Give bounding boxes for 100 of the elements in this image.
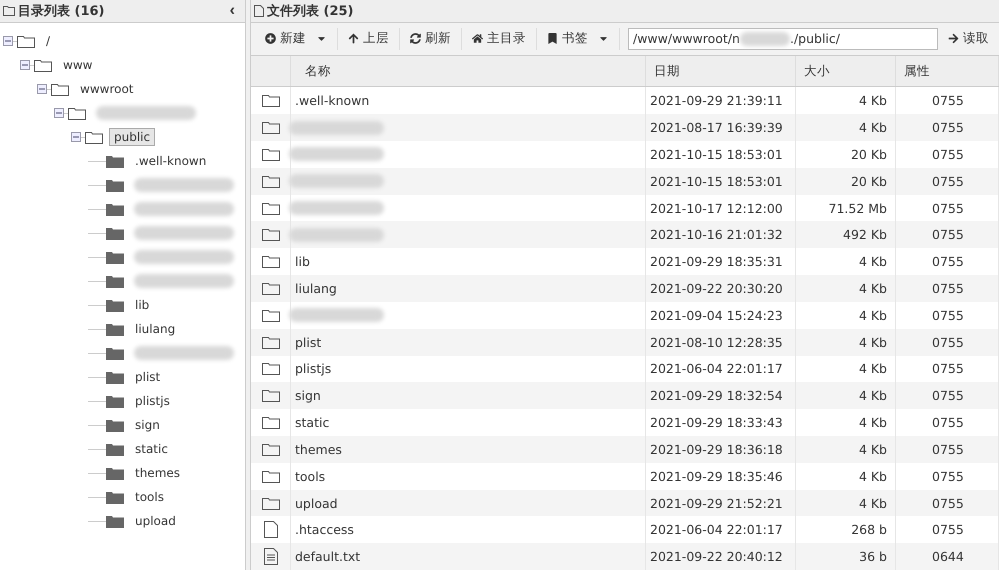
tree-item[interactable]: public bbox=[109, 128, 156, 146]
size-text: 4 Kb bbox=[858, 93, 887, 108]
date-text: 2021-08-10 12:28:35 bbox=[650, 334, 783, 350]
folder-icon bbox=[34, 58, 52, 72]
date-text: 2021-09-29 21:52:21 bbox=[650, 496, 783, 510]
date-text: 2021-09-29 18:36:18 bbox=[650, 442, 783, 457]
toolbar-button[interactable]: 书签 bbox=[537, 28, 620, 50]
folder-icon bbox=[106, 250, 124, 264]
file-name[interactable]: default.txt bbox=[295, 549, 360, 564]
toolbar-button[interactable]: 刷新 bbox=[400, 28, 462, 50]
file-name[interactable]: plist bbox=[295, 334, 322, 350]
file-name[interactable]: .well-known bbox=[295, 93, 370, 108]
permission-text: 0755 bbox=[932, 496, 964, 510]
permission-text: 0755 bbox=[932, 227, 964, 242]
file-name[interactable]: tools bbox=[295, 468, 326, 484]
file-name[interactable]: liulang bbox=[295, 281, 337, 296]
column-header[interactable]: 大小 bbox=[796, 56, 896, 86]
folder-icon bbox=[106, 370, 124, 384]
permission-text: 0755 bbox=[932, 308, 964, 323]
permission-text: 0755 bbox=[932, 174, 964, 189]
plus-icon bbox=[265, 33, 276, 44]
folder-icon bbox=[262, 442, 280, 456]
size-text: 71.52 Mb bbox=[828, 200, 887, 216]
folder-icon bbox=[3, 6, 15, 16]
size-text: 4 Kb bbox=[858, 361, 887, 376]
file-name[interactable]: static bbox=[295, 415, 330, 430]
collapse-toggle-icon[interactable] bbox=[20, 60, 30, 70]
path-field[interactable]: /www/wwwroot/n ./public/ bbox=[628, 28, 938, 50]
size-text: 4 Kb bbox=[858, 388, 887, 404]
permission-text: 0755 bbox=[932, 388, 964, 404]
date-text: 2021-08-17 16:39:39 bbox=[650, 120, 783, 136]
file-name[interactable]: plistjs bbox=[295, 361, 332, 376]
collapse-toggle-icon[interactable] bbox=[3, 36, 13, 46]
date-text: 2021-10-15 18:53:01 bbox=[650, 174, 783, 189]
folder-icon bbox=[85, 130, 103, 144]
folder-icon bbox=[262, 148, 280, 161]
size-text: 4 Kb bbox=[858, 334, 887, 350]
size-text: 4 Kb bbox=[858, 415, 887, 430]
permission-text: 0644 bbox=[932, 549, 964, 564]
folder-icon bbox=[262, 282, 280, 295]
folder-icon bbox=[17, 34, 35, 48]
toolbar-button[interactable]: 新建 bbox=[255, 28, 338, 50]
folder-icon bbox=[262, 416, 280, 430]
column-header[interactable]: 名称 bbox=[291, 56, 646, 86]
folder-icon bbox=[262, 94, 280, 108]
toolbar-button[interactable]: 主目录 bbox=[462, 28, 537, 50]
folder-icon bbox=[262, 202, 280, 215]
size-text: 20 Kb bbox=[850, 146, 887, 162]
permission-text: 0755 bbox=[932, 468, 964, 484]
folder-icon bbox=[262, 389, 280, 402]
file-name[interactable]: .htaccess bbox=[295, 522, 354, 538]
folder-icon bbox=[106, 154, 124, 168]
size-text: 4 Kb bbox=[858, 468, 887, 484]
collapse-toggle-icon[interactable] bbox=[71, 132, 81, 142]
date-text: 2021-09-04 15:24:23 bbox=[650, 308, 783, 323]
text-file-icon bbox=[264, 548, 278, 566]
date-text: 2021-10-16 21:01:32 bbox=[650, 227, 783, 242]
folder-icon bbox=[262, 362, 280, 376]
folder-icon bbox=[262, 470, 280, 483]
size-text: 492 Kb bbox=[843, 227, 887, 242]
bookmark-icon bbox=[547, 33, 558, 44]
column-header[interactable]: 属性 bbox=[896, 56, 999, 86]
collapse-toggle-icon[interactable] bbox=[54, 108, 64, 118]
collapse-button[interactable]: ‹ bbox=[226, 2, 239, 20]
size-text: 36 b bbox=[859, 549, 887, 564]
permission-text: 0755 bbox=[932, 254, 964, 270]
permission-text: 0755 bbox=[932, 120, 964, 136]
file-name[interactable]: upload bbox=[295, 496, 338, 510]
column-header[interactable]: 日期 bbox=[646, 56, 796, 86]
read-button[interactable]: 读取 bbox=[938, 30, 995, 48]
size-text: 4 Kb bbox=[858, 281, 887, 296]
folder-icon bbox=[51, 82, 69, 96]
permission-text: 0755 bbox=[932, 334, 964, 350]
folder-icon bbox=[68, 106, 86, 120]
file-name[interactable]: themes bbox=[295, 442, 342, 457]
folder-icon bbox=[262, 308, 280, 322]
folder-icon bbox=[106, 490, 124, 504]
folder-icon bbox=[106, 274, 124, 288]
date-text: 2021-09-22 20:30:20 bbox=[650, 281, 783, 296]
size-text: 4 Kb bbox=[858, 308, 887, 323]
size-text: 4 Kb bbox=[858, 442, 887, 457]
collapse-toggle-icon[interactable] bbox=[37, 84, 47, 94]
home-icon bbox=[472, 33, 483, 44]
folder-icon bbox=[106, 202, 124, 216]
folder-icon bbox=[106, 346, 124, 360]
file-name[interactable]: lib bbox=[295, 254, 310, 270]
permission-text: 0755 bbox=[932, 93, 964, 108]
permission-text: 0755 bbox=[932, 146, 964, 162]
file-name[interactable]: sign bbox=[295, 388, 321, 404]
toolbar-button[interactable]: 上层 bbox=[338, 28, 400, 50]
permission-text: 0755 bbox=[932, 442, 964, 457]
permission-text: 0755 bbox=[932, 361, 964, 376]
panel-title: 目录列表 (16) bbox=[18, 3, 106, 20]
arrow-up-icon bbox=[348, 33, 359, 44]
size-text: 20 Kb bbox=[850, 174, 887, 189]
date-text: 2021-06-04 22:01:17 bbox=[650, 361, 783, 376]
date-text: 2021-09-29 18:32:54 bbox=[650, 388, 783, 404]
date-text: 2021-09-29 18:33:43 bbox=[650, 415, 783, 430]
size-text: 4 Kb bbox=[858, 254, 887, 270]
date-text: 2021-09-22 20:40:12 bbox=[650, 549, 783, 564]
